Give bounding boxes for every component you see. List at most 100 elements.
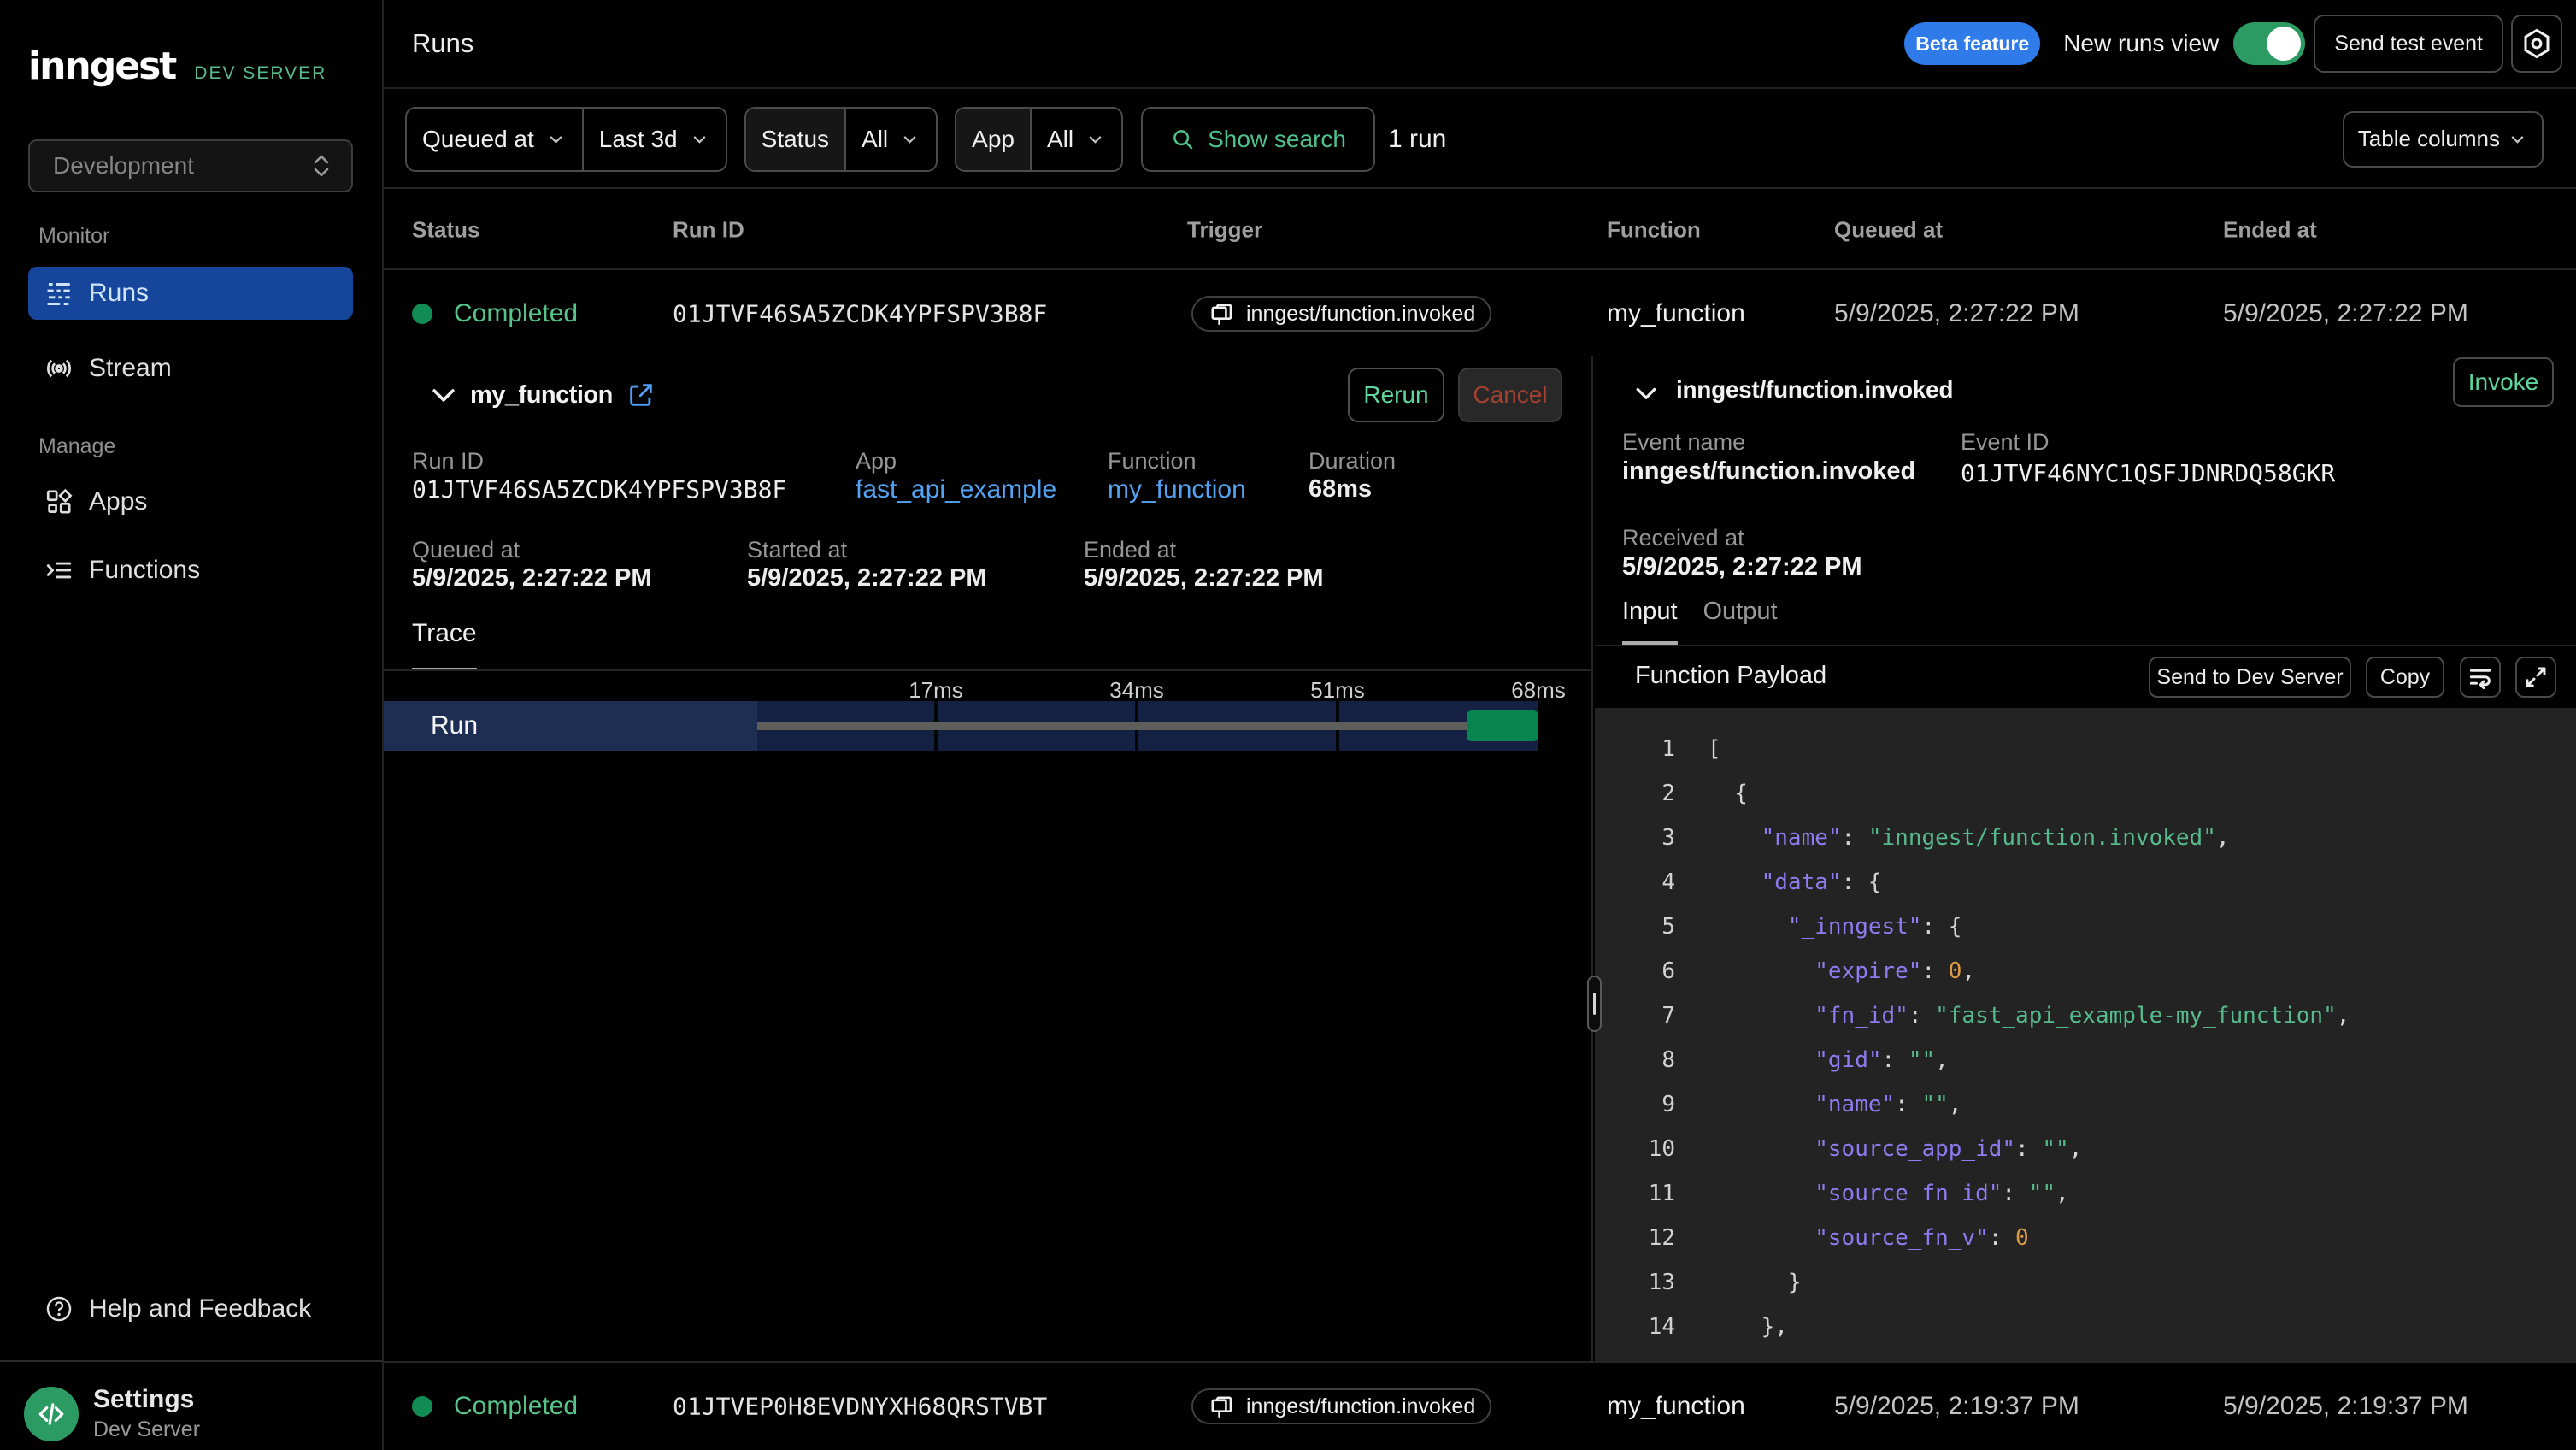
run-id-cell: 01JTVF46SA5ZCDK4YPFSPV3B8F xyxy=(673,300,1047,328)
run-id-cell: 01JTVEP0H8EVDNYXH68QRSTVBT xyxy=(673,1393,1047,1421)
column-header-queued-at: Queued at xyxy=(1834,216,1943,243)
filterbar: Queued at Last 3d Status All App xyxy=(384,91,2576,189)
word-wrap-button[interactable] xyxy=(2460,657,2501,698)
line-number: 7 xyxy=(1595,993,1675,1038)
received-at-label: Received at xyxy=(1622,525,1744,551)
trigger-chip[interactable]: inngest/function.invoked xyxy=(1191,296,1491,332)
event-id-value: 01JTVF46NYC1QSFJDNRDQ58GKR xyxy=(1961,459,2335,487)
code-text: "source_app_id": "", xyxy=(1708,1127,2082,1171)
sidebar-item-label: Help and Feedback xyxy=(89,1294,311,1323)
line-number: 12 xyxy=(1595,1216,1675,1260)
code-text: [ xyxy=(1708,727,1721,771)
settings-subtitle: Dev Server xyxy=(93,1418,200,1442)
filter-queued-at-label: Queued at xyxy=(422,126,534,153)
collapse-chevron-icon[interactable] xyxy=(426,378,461,412)
send-test-event-button[interactable]: Send test event xyxy=(2314,15,2503,73)
filter-time-range-button[interactable]: Last 3d xyxy=(584,109,726,170)
table-row[interactable]: Completed01JTVF46SA5ZCDK4YPFSPV3B8Finnge… xyxy=(384,272,2576,356)
event-name-label: Event name xyxy=(1622,429,1745,456)
table-header: StatusRun IDTriggerFunctionQueued atEnde… xyxy=(384,191,2576,270)
field-queued-at: Queued at5/9/2025, 2:27:22 PM xyxy=(412,537,652,592)
rerun-button[interactable]: Rerun xyxy=(1348,368,1444,422)
sidebar-item-help-and-feedback[interactable]: Help and Feedback xyxy=(28,1282,353,1335)
cancel-button[interactable]: Cancel xyxy=(1458,368,1562,422)
invoke-button[interactable]: Invoke xyxy=(2453,357,2554,407)
field-function: Functionmy_function xyxy=(1108,448,1246,504)
field-value: 68ms xyxy=(1309,475,1396,504)
field-label: Ended at xyxy=(1084,537,1324,563)
event-tabs: Input Output xyxy=(1622,598,1803,645)
tab-input[interactable]: Input xyxy=(1622,598,1678,645)
sidebar-item-label: Stream xyxy=(89,354,172,383)
code-line: 3 "name": "inngest/function.invoked", xyxy=(1595,816,2576,860)
tab-trace[interactable]: Trace xyxy=(412,619,477,671)
code-text: "expire": 0, xyxy=(1708,949,1975,993)
sidebar-item-label: Functions xyxy=(89,556,200,585)
table-columns-button[interactable]: Table columns xyxy=(2343,111,2544,168)
copy-button[interactable]: Copy xyxy=(2366,657,2444,698)
trace-track xyxy=(757,701,1538,751)
trace-run-segment xyxy=(1467,710,1538,741)
topbar-right: Beta feature New runs view Send test eve… xyxy=(1904,15,2562,73)
sidebar-item-functions[interactable]: Functions xyxy=(28,544,353,597)
event-name-value: inngest/function.invoked xyxy=(1622,457,1915,486)
tab-output[interactable]: Output xyxy=(1703,598,1778,645)
chevron-down-icon xyxy=(689,128,710,150)
code-text: "name": "", xyxy=(1708,1082,1961,1127)
beta-feature-badge: Beta feature xyxy=(1904,22,2040,65)
function-cell: my_function xyxy=(1607,1392,1745,1421)
filter-status-value-button[interactable]: All xyxy=(846,109,936,170)
code-avatar-icon xyxy=(24,1387,79,1441)
expand-button[interactable] xyxy=(2515,657,2556,698)
filter-app-value: All xyxy=(1047,126,1073,153)
collapse-chevron-icon[interactable] xyxy=(1631,378,1661,413)
sidebar-item-apps[interactable]: Apps xyxy=(28,475,353,528)
tick-label-34ms: 34ms xyxy=(1109,677,1164,704)
field-value[interactable]: my_function xyxy=(1108,475,1246,504)
event-title: inngest/function.invoked xyxy=(1676,376,1953,404)
field-label: Duration xyxy=(1309,448,1396,474)
environment-select[interactable]: Development xyxy=(28,139,353,192)
filter-app-value-button[interactable]: All xyxy=(1032,109,1121,170)
splitter-grip xyxy=(1593,993,1596,1015)
send-to-dev-server-button[interactable]: Send to Dev Server xyxy=(2149,657,2351,698)
line-number: 8 xyxy=(1595,1038,1675,1082)
field-value[interactable]: fast_api_example xyxy=(856,475,1056,504)
trigger-chip[interactable]: inngest/function.invoked xyxy=(1191,1388,1491,1424)
field-label: Run ID xyxy=(412,448,786,474)
payload-title: Function Payload xyxy=(1635,662,1826,690)
trigger-cell: inngest/function.invoked xyxy=(1191,296,1491,332)
code-line: 9 "name": "", xyxy=(1595,1082,2576,1127)
field-ended-at: Ended at5/9/2025, 2:27:22 PM xyxy=(1084,537,1324,592)
filter-status-value: All xyxy=(862,126,888,153)
column-header-trigger: Trigger xyxy=(1187,216,1262,243)
line-number: 2 xyxy=(1595,771,1675,816)
sidebar-section-monitor: Monitor xyxy=(38,224,109,249)
code-line: 5 "_inngest": { xyxy=(1595,905,2576,949)
filter-queued-at-button[interactable]: Queued at xyxy=(407,109,582,170)
page-title: Runs xyxy=(412,28,473,59)
new-runs-view-toggle[interactable] xyxy=(2233,22,2305,65)
queued-at-cell: 5/9/2025, 2:27:22 PM xyxy=(1834,299,2079,328)
code-line: 4 "data": { xyxy=(1595,860,2576,905)
trace-timeline-row[interactable]: Run xyxy=(384,701,1538,751)
sidebar-section-manage: Manage xyxy=(38,434,115,459)
external-link-icon[interactable] xyxy=(626,380,656,410)
filter-status-label: Status xyxy=(746,109,844,170)
sidebar-item-runs[interactable]: Runs xyxy=(28,267,353,320)
chevron-down-icon xyxy=(1085,128,1106,150)
dev-server-label: DEV SERVER xyxy=(194,63,326,84)
code-text: { xyxy=(1708,771,1748,816)
show-search-button[interactable]: Show search xyxy=(1141,107,1375,172)
settings[interactable]: Settings Dev Server xyxy=(24,1385,200,1442)
help-icon xyxy=(44,1294,74,1323)
inngest-logo: inngest xyxy=(28,44,175,88)
line-number: 1 xyxy=(1595,727,1675,771)
field-value: 5/9/2025, 2:27:22 PM xyxy=(412,564,652,592)
payload-code-editor[interactable]: 1 [2 {3 "name": "inngest/function.invoked… xyxy=(1595,708,2576,1361)
sidebar-item-stream[interactable]: Stream xyxy=(28,342,353,395)
table-row[interactable]: Completed01JTVEP0H8EVDNYXH68QRSTVBTinnge… xyxy=(384,1361,2576,1450)
panel-splitter-handle[interactable] xyxy=(1587,976,1602,1032)
settings-gear-button[interactable] xyxy=(2511,15,2562,73)
apps-icon xyxy=(44,487,74,516)
